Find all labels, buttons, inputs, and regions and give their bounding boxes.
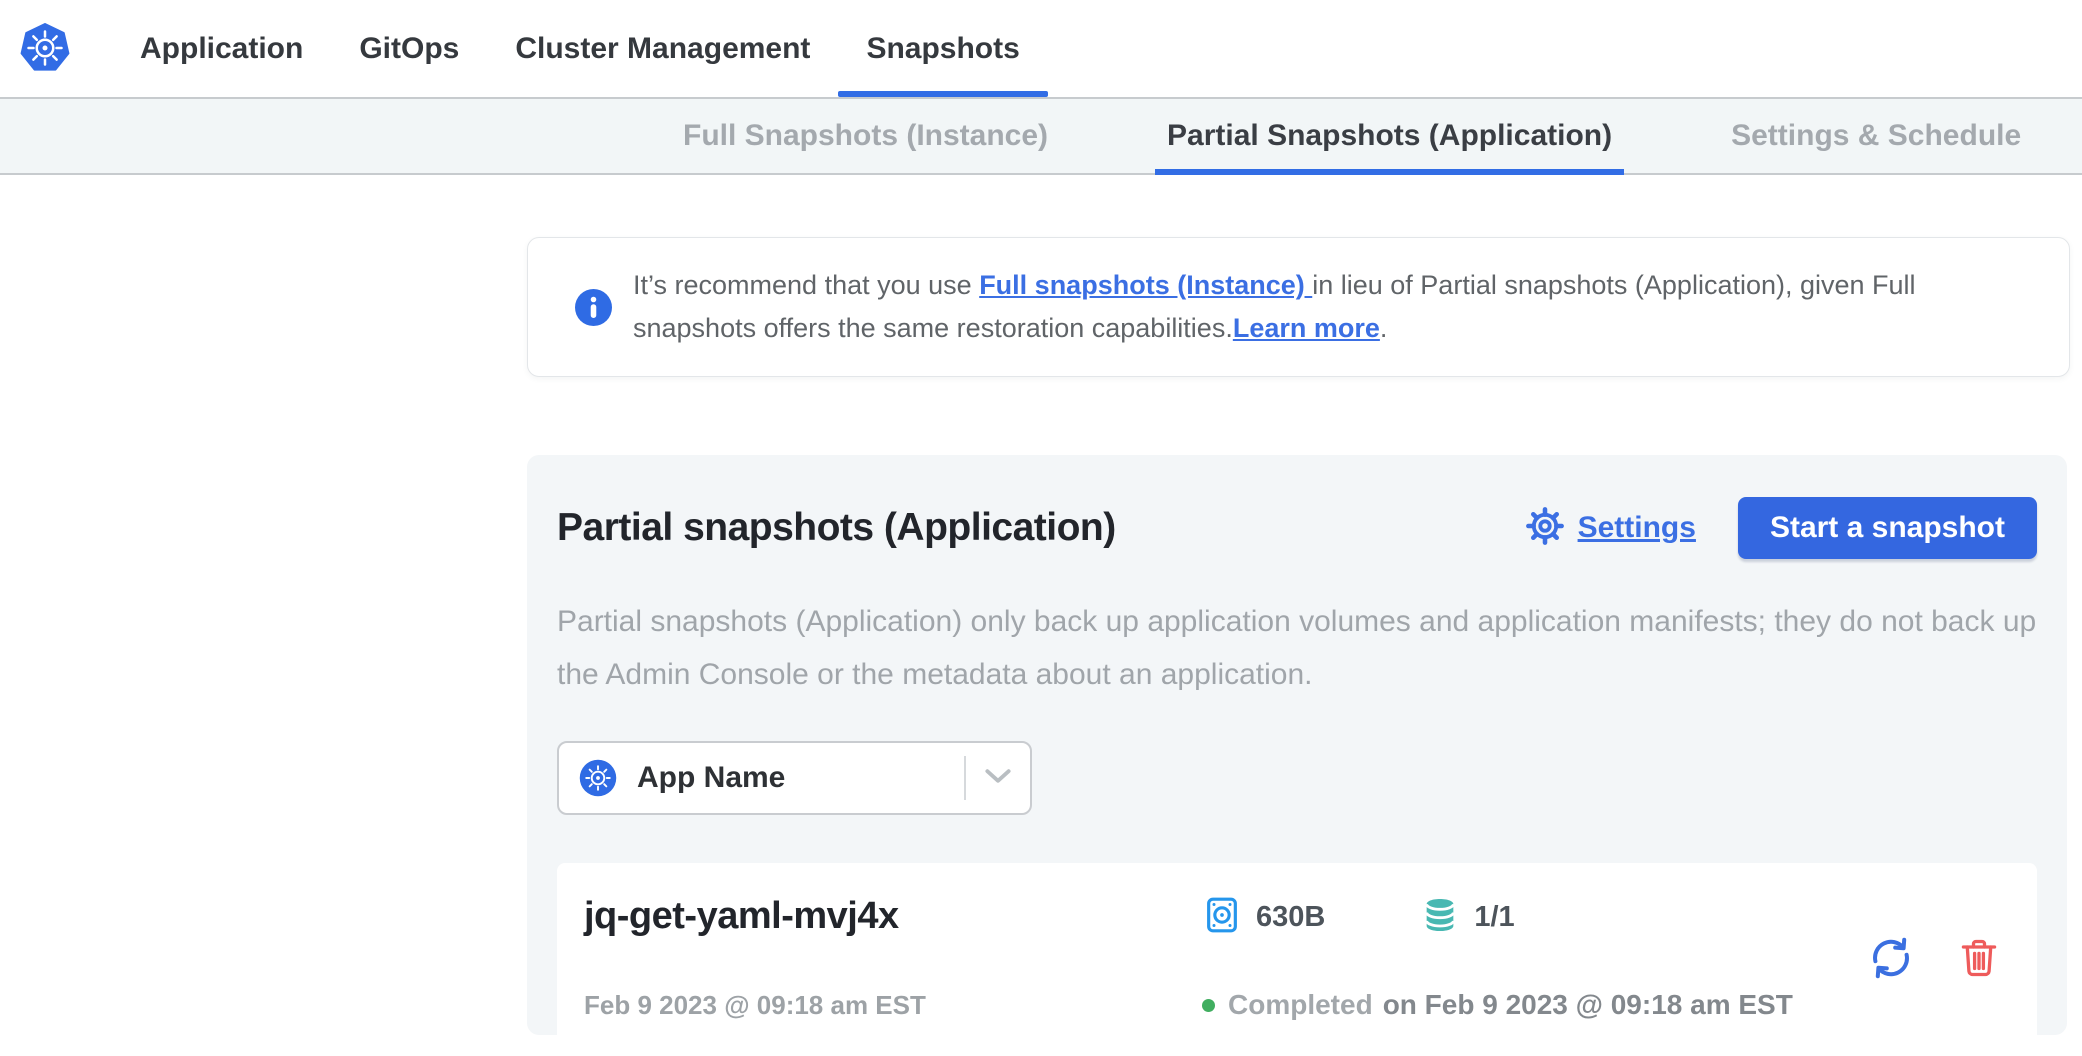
snapshot-size-stat: 630B (1202, 895, 1325, 940)
snapshots-sub-navigation: Full Snapshots (Instance) Partial Snapsh… (0, 97, 2082, 175)
restore-snapshot-button[interactable] (1867, 934, 1915, 982)
recommendation-alert: It’s recommend that you use Full snapsho… (527, 237, 2070, 377)
alert-text-before: It’s recommend that you use (633, 270, 979, 300)
snapshot-finished-timestamp: on Feb 9 2023 @ 09:18 am EST (1383, 989, 1793, 1021)
settings-link-label: Settings (1578, 511, 1696, 545)
snapshot-name: jq-get-yaml-mvj4x (584, 895, 1202, 938)
snapshot-actions (1867, 934, 2001, 982)
tab-application[interactable]: Application (112, 0, 331, 97)
snapshot-row: jq-get-yaml-mvj4x Feb 9 2023 @ 09:18 am … (557, 863, 2037, 1055)
tab-gitops[interactable]: GitOps (331, 0, 487, 97)
status-dot-icon (1202, 999, 1215, 1012)
disk-icon (1202, 895, 1242, 940)
delete-snapshot-button[interactable] (1957, 936, 2001, 980)
app-name-select[interactable]: App Name (557, 741, 1032, 815)
snapshot-stats: 630B 1/1 (1202, 895, 1793, 940)
app-select-value: App Name (637, 761, 785, 795)
tab-full-snapshots-instance[interactable]: Full Snapshots (Instance) (671, 99, 1060, 173)
kubernetes-logo-icon (20, 23, 70, 73)
info-icon (575, 289, 612, 326)
chevron-down-icon (984, 768, 1012, 789)
database-icon (1420, 895, 1460, 940)
alert-text-after: . (1380, 313, 1388, 343)
learn-more-link[interactable]: Learn more (1233, 313, 1380, 343)
tab-partial-snapshots-application[interactable]: Partial Snapshots (Application) (1155, 99, 1624, 173)
panel-title: Partial snapshots (Application) (557, 506, 1116, 550)
snapshot-started-timestamp: Feb 9 2023 @ 09:18 am EST (584, 990, 1202, 1021)
full-snapshots-instance-link[interactable]: Full snapshots (Instance) (979, 270, 1312, 300)
tab-snapshots[interactable]: Snapshots (838, 0, 1047, 97)
select-caret-zone[interactable] (964, 756, 1030, 800)
snapshot-size-value: 630B (1256, 901, 1325, 934)
alert-text: It’s recommend that you use Full snapsho… (633, 264, 2013, 350)
settings-link[interactable]: Settings (1524, 505, 1696, 552)
panel-header: Partial snapshots (Application) (557, 497, 2037, 559)
tab-settings-and-schedule[interactable]: Settings & Schedule (1719, 99, 2033, 173)
top-nav-tabs: Application GitOps Cluster Management Sn… (112, 0, 2082, 97)
panel-description: Partial snapshots (Application) only bac… (557, 595, 2037, 701)
partial-snapshots-panel: Partial snapshots (Application) (527, 455, 2067, 1035)
restore-icon (1867, 970, 1915, 985)
sub-nav-tabs: Full Snapshots (Instance) Partial Snapsh… (671, 99, 2082, 173)
start-snapshot-button[interactable]: Start a snapshot (1738, 497, 2037, 559)
app-kubernetes-icon (579, 759, 617, 797)
top-navigation: Application GitOps Cluster Management Sn… (0, 0, 2082, 97)
snapshot-volumes-value: 1/1 (1474, 901, 1514, 934)
panel-header-actions: Settings Start a snapshot (1524, 497, 2037, 559)
snapshot-status-line: Completed on Feb 9 2023 @ 09:18 am EST (1202, 989, 1793, 1021)
snapshot-identity: jq-get-yaml-mvj4x Feb 9 2023 @ 09:18 am … (584, 895, 1202, 1021)
snapshot-details: 630B 1/1 Completed (1202, 895, 1793, 1021)
trash-icon (1957, 968, 2001, 983)
gear-icon (1524, 505, 1578, 552)
tab-cluster-management[interactable]: Cluster Management (487, 0, 838, 97)
snapshot-volumes-stat: 1/1 (1420, 895, 1514, 940)
snapshot-status: Completed (1228, 989, 1373, 1021)
